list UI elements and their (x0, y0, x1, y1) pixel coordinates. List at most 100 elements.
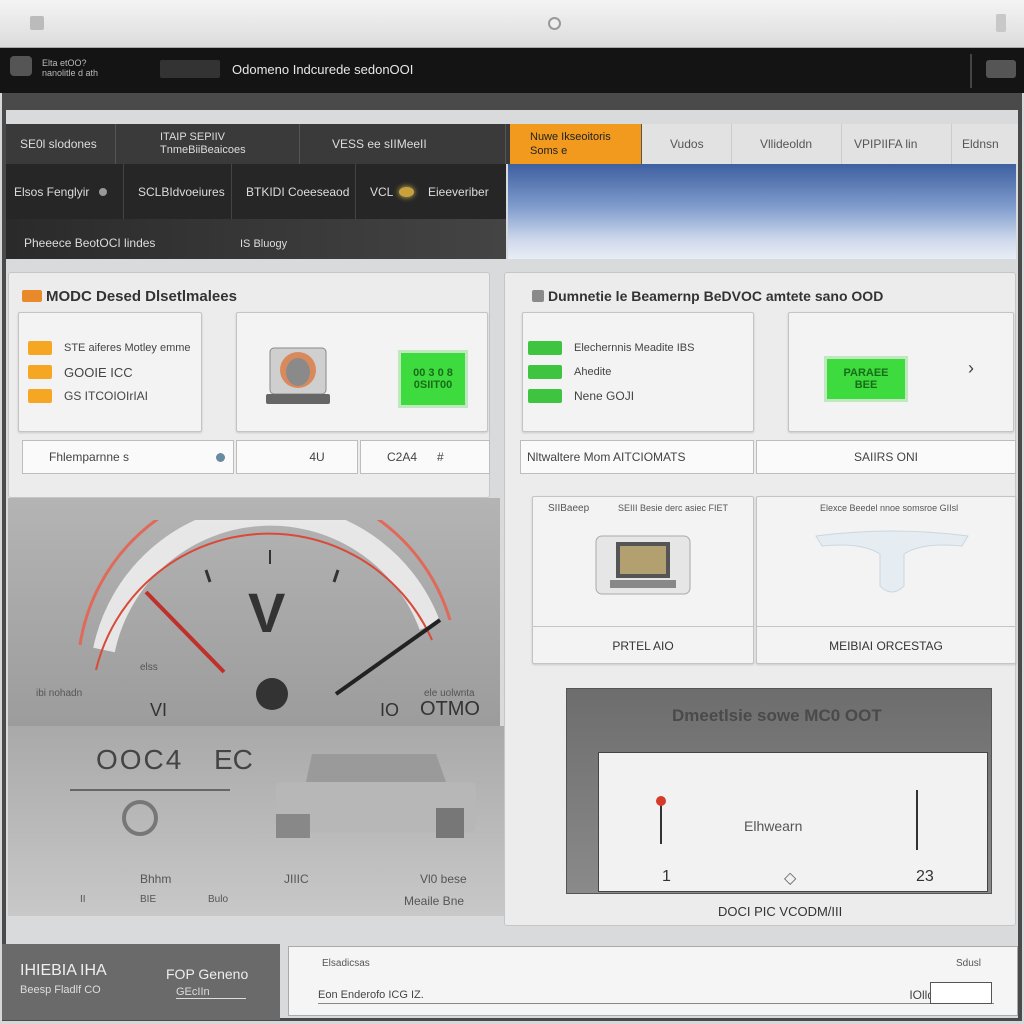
status-row-label: STE aiferes Motley emme (64, 342, 191, 354)
parameter-field[interactable]: Fhlemparnne s (22, 440, 234, 474)
app-menu-icon[interactable] (986, 60, 1016, 78)
tab-1[interactable]: ITAIP SEPIIV TnmeBiiBeaicoes (116, 124, 300, 164)
status-row-label: Ahedite (574, 366, 612, 378)
lower-left-big-right: EC (214, 744, 253, 775)
status-badge (528, 389, 562, 403)
app-header (0, 48, 1024, 93)
footer-right-sub: GEcIIn (176, 986, 246, 999)
lower-bottom-2: Bulo (208, 894, 229, 905)
right-field-right[interactable]: SAIIRS ONI (756, 440, 1016, 474)
status-row-label: GS ITCOIOIrIAI (64, 389, 149, 403)
tab-2[interactable]: VESS ee sIIMeeII (300, 124, 506, 164)
subnav-item-2[interactable]: BTKIDI Coeeseaod (232, 164, 356, 219)
gauge-left-label: ibi nohadn (36, 688, 83, 699)
left-panel-title: MODC Desed Dlsetlmalees (46, 288, 237, 305)
chart-right-num: 23 (916, 868, 934, 885)
status-row-label: Nene GOJI (574, 389, 635, 403)
app-title: Odomeno Indcurede sedonOOI (232, 62, 414, 77)
tab-4[interactable]: Vudos (642, 124, 732, 164)
lcd-line: 0SIIT00 (413, 379, 453, 391)
footer-message-status: Sdusl (956, 958, 982, 969)
status-row: Elechernnis Meadite IBS (528, 336, 694, 360)
subnav-item-3[interactable]: VCL (356, 164, 414, 219)
device-card-a-label2: SEIII Besie derc asiec FIET (618, 503, 729, 513)
footer-message-panel (288, 946, 1018, 1016)
lcd-line: 00 3 0 8 (413, 367, 453, 379)
lcd-line: PARAEE (843, 367, 889, 379)
connector-icon (812, 528, 972, 600)
status-row: Ahedite (528, 360, 694, 384)
device-card-a-label: SIIBaeep (548, 503, 590, 514)
right-panel-icon (532, 290, 544, 302)
device-card-b-footer: MEIBIAI ORCESTAG (756, 626, 1016, 664)
chart-caption: DOCI PIC VCODM/III (718, 904, 843, 919)
footer-title-part: IHIEBIA (20, 962, 77, 979)
car-silhouette-icon (276, 744, 476, 844)
warning-glow-icon (399, 186, 414, 197)
subnav-item-1[interactable]: SCLBIdvoeiures (124, 164, 232, 219)
status-row-label: GOOIE ICC (64, 364, 133, 380)
value-field[interactable]: 4U (236, 440, 358, 474)
parameter-field-label: Fhlemparnne s (49, 450, 130, 464)
gauge-readout-2: OTMO (420, 698, 480, 720)
tab-5[interactable]: Vllideoldn (732, 124, 842, 164)
chart-header: Dmeetlsie sowe MC0 OOT (672, 706, 882, 725)
app-subtitle: Elta etOO? nanolitle d ath (42, 58, 99, 78)
chart-left-num: 1 (662, 868, 671, 885)
lower-label-0: Bhhm (140, 872, 172, 886)
footer-message-label: Elsadicsas (322, 958, 370, 969)
breadcrumb-right[interactable]: IS Bluogy (240, 238, 287, 250)
chart-marker-right (916, 790, 918, 850)
left-panel-icon (22, 290, 42, 302)
right-panel-title: Dumnetie le Beamernp BeDVOC amtete sano … (548, 288, 884, 304)
window-control-icon[interactable] (996, 14, 1006, 32)
footer-action-box[interactable] (930, 982, 992, 1004)
code-field[interactable]: C2A4 # (360, 440, 490, 474)
tab-0[interactable]: SE0l slodones (6, 124, 116, 164)
footer-subtitle: Beesp Fladlf CO (20, 984, 101, 996)
device-card-a-footer: PRTEL AIO (532, 626, 754, 664)
lcd-line: BEE (854, 379, 878, 391)
device-card-b-label: Elexce Beedel nnoe somsroe GIIsl (820, 503, 959, 513)
status-row: GOOIE ICC (28, 360, 191, 384)
window-menu-icon[interactable] (30, 16, 44, 30)
lower-left-graphic (60, 780, 240, 840)
scanner-device-icon (266, 346, 332, 406)
window-titlebar (0, 0, 1024, 48)
chart-marker-dot (656, 796, 666, 806)
footer-status-panel (2, 944, 280, 1020)
footer-message-input[interactable]: Eon Enderofo ICG IZ. IOlld (318, 986, 994, 1004)
gauge-readout-0: VI (150, 700, 168, 720)
right-status-list: Elechernnis Meadite IBS Ahedite Nene GOJ… (528, 336, 694, 408)
status-dot-icon (99, 187, 108, 196)
lower-bottom-3: Meaile Bne (404, 894, 465, 908)
subnav-item-4[interactable]: Eieeveriber (414, 164, 506, 219)
tab-3[interactable]: Nuwe Ikseoitoris Soms e (510, 124, 642, 164)
gauge-readout-1: IO (380, 700, 400, 720)
gauge-tick-label: elss (140, 662, 158, 673)
footer-right-title: FOP Geneno (166, 966, 249, 982)
footer-message-text: Eon Enderofo ICG IZ. (318, 988, 424, 1001)
status-badge (28, 389, 52, 403)
breadcrumb-left[interactable]: Pheeece BeotOCI lindes (24, 236, 155, 250)
chart-mid-label: Elhwearn (744, 818, 803, 834)
laptop-icon (594, 534, 692, 596)
subnav-item-0[interactable]: Elsos Fenglyir (6, 164, 124, 219)
status-badge (528, 341, 562, 355)
status-badge (28, 365, 52, 379)
left-lcd-display: 00 3 0 8 0SIIT00 (398, 350, 468, 408)
status-row: STE aiferes Motley emme (28, 336, 191, 360)
left-status-list: STE aiferes Motley emme GOOIE ICC GS ITC… (28, 336, 191, 408)
lower-bottom-1: BIE (140, 894, 157, 905)
app-logo-icon (10, 56, 32, 76)
tab-6[interactable]: VPIPIIFA lin (842, 124, 952, 164)
chart-diamond-icon: ◇ (784, 870, 797, 887)
lower-label-2: Vl0 bese (420, 872, 467, 886)
right-field-left[interactable]: Nltwaltere Mom AITCIOMATS (520, 440, 754, 474)
header-divider (970, 54, 972, 88)
chevron-right-icon[interactable]: › (968, 358, 974, 379)
tab-7[interactable]: Eldnsn (952, 124, 1018, 164)
code-field-value: C2A4 (387, 450, 418, 464)
right-lcd-display: PARAEE BEE (824, 356, 908, 402)
lower-label-1: JIIIC (284, 872, 309, 886)
